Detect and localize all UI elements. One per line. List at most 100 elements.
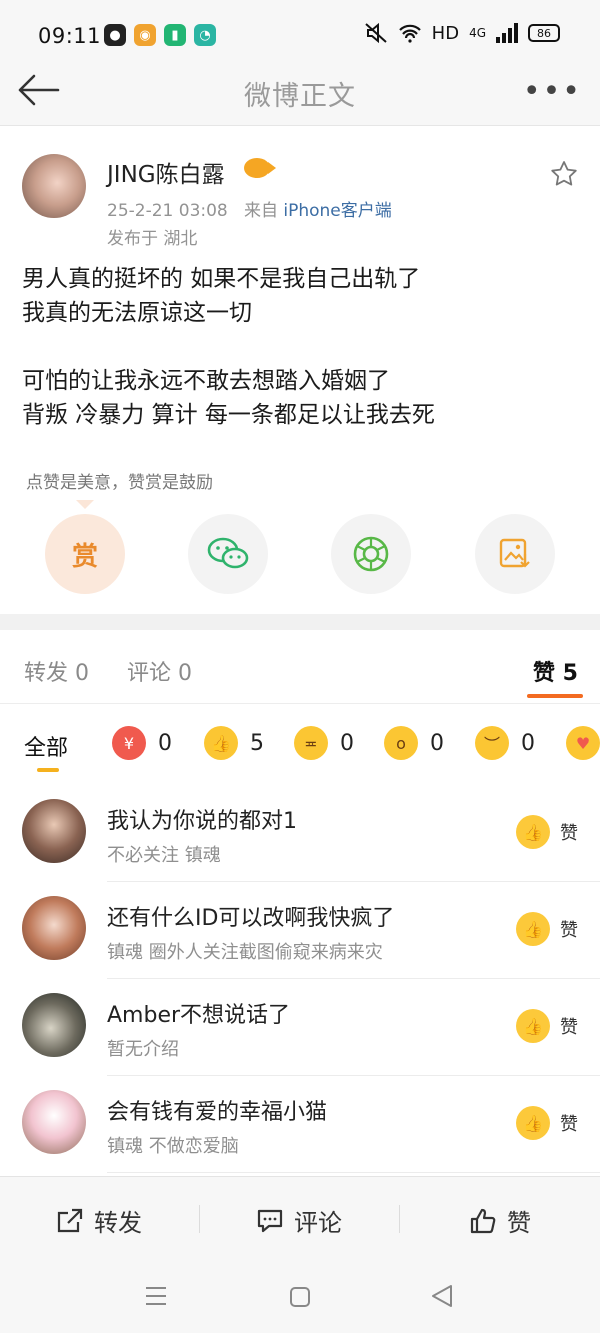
toolbar-separator bbox=[399, 1205, 400, 1233]
avatar[interactable] bbox=[22, 799, 86, 863]
like-button[interactable]: 👍 赞 bbox=[516, 1106, 578, 1140]
laugh-emoji-icon: ≖ bbox=[294, 726, 328, 760]
thumbs-up-icon: 👍 bbox=[516, 1106, 550, 1140]
thumbs-up-icon: 👍 bbox=[516, 815, 550, 849]
post-body: 男人真的挺坏的 如果不是我自己出轨了 我真的无法原谅这一切 可怕的让我永远不敢去… bbox=[22, 262, 582, 432]
like-user-name[interactable]: 我认为你说的都对1 bbox=[107, 803, 297, 835]
like-user-desc: 不必关注 镇魂 bbox=[107, 845, 221, 866]
filter-count: 0 bbox=[340, 730, 354, 756]
like-user-name[interactable]: Amber不想说话了 bbox=[107, 997, 290, 1029]
home-icon[interactable] bbox=[289, 1286, 311, 1308]
list-item[interactable]: 我认为你说的都对1 不必关注 镇魂 👍 赞 bbox=[0, 785, 600, 882]
avatar[interactable] bbox=[22, 1090, 86, 1154]
thumbs-up-icon: 👍 bbox=[516, 912, 550, 946]
like-user-desc: 暂无介绍 bbox=[107, 1039, 179, 1060]
sad-emoji-icon: ︶ bbox=[475, 726, 509, 760]
like-toolbar-label: 赞 bbox=[507, 1209, 531, 1237]
battery-icon: 86 bbox=[528, 24, 560, 42]
list-item[interactable]: 会有钱有爱的幸福小猫 镇魂 不做恋爱脑 👍 赞 bbox=[0, 1076, 600, 1173]
favorite-star-icon[interactable] bbox=[550, 160, 578, 188]
avatar[interactable] bbox=[22, 993, 86, 1057]
tab-comment[interactable]: 评论 0 bbox=[127, 655, 192, 687]
status-right: HD 4G 86 bbox=[364, 22, 560, 44]
more-options-icon[interactable]: ••• bbox=[523, 74, 582, 109]
list-item[interactable]: Amber不想说话了 暂无介绍 👍 赞 bbox=[0, 979, 600, 1076]
post-meta: 25-2-21 03:08 来自 iPhone客户端 bbox=[107, 196, 392, 221]
repost-button[interactable]: 转发 bbox=[56, 1203, 142, 1238]
author-name[interactable]: JING陈白露 bbox=[107, 155, 225, 189]
comment-label: 评论 bbox=[294, 1209, 342, 1237]
post-date: 25-2-21 03:08 bbox=[107, 201, 228, 221]
author-avatar[interactable] bbox=[22, 154, 86, 218]
like-user-desc: 镇魂 不做恋爱脑 bbox=[107, 1136, 239, 1157]
tab-like[interactable]: 赞 5 bbox=[533, 655, 578, 687]
like-user-desc: 镇魂 圈外人关注截图偷窥来病来灾 bbox=[107, 942, 383, 963]
reward-tip: 点赞是美意，赞赏是鼓励 bbox=[26, 473, 213, 493]
toolbar-separator bbox=[199, 1205, 200, 1233]
post-line: 可怕的让我永远不敢去想踏入婚姻了 bbox=[22, 368, 390, 394]
filter-count: 0 bbox=[430, 730, 444, 756]
surprised-emoji-icon: o bbox=[384, 726, 418, 760]
filter-sad[interactable]: ︶ 0 bbox=[475, 726, 535, 760]
avatar[interactable] bbox=[22, 896, 86, 960]
wifi-icon bbox=[398, 24, 421, 43]
filter-heart[interactable]: ♥ bbox=[566, 726, 600, 760]
filter-reward[interactable]: ¥ 0 bbox=[112, 726, 172, 760]
like-button-label: 赞 bbox=[560, 920, 578, 941]
wechat-icon bbox=[207, 537, 249, 569]
active-tab-indicator bbox=[527, 694, 583, 698]
weibo-notification-icon: ◉ bbox=[134, 24, 156, 46]
fish-badge-icon bbox=[244, 158, 276, 178]
filter-all[interactable]: 全部 bbox=[24, 730, 68, 762]
filter-laugh[interactable]: ≖ 0 bbox=[294, 726, 354, 760]
filter-count: 0 bbox=[158, 730, 172, 756]
like-button[interactable]: 👍 赞 bbox=[516, 912, 578, 946]
post-line: 男人真的挺坏的 如果不是我自己出轨了 bbox=[22, 266, 421, 292]
like-user-name[interactable]: 还有什么ID可以改啊我快疯了 bbox=[107, 900, 394, 932]
section-gap bbox=[0, 614, 600, 630]
like-button-label: 赞 bbox=[560, 1017, 578, 1038]
filter-count: 0 bbox=[521, 730, 535, 756]
wechat-notification-icon: ● bbox=[104, 24, 126, 46]
chat-notification-icon: ◔ bbox=[194, 24, 216, 46]
heart-emoji-icon: ♥ bbox=[566, 726, 600, 760]
like-toolbar-button[interactable]: 赞 bbox=[469, 1203, 531, 1238]
filter-count: 5 bbox=[250, 730, 264, 756]
status-time: 09:11 bbox=[38, 24, 102, 48]
reward-emoji-icon: ¥ bbox=[112, 726, 146, 760]
post-line: 我真的无法原谅这一切 bbox=[22, 300, 252, 326]
moments-aperture-icon bbox=[353, 536, 389, 572]
like-button[interactable]: 👍 赞 bbox=[516, 815, 578, 849]
menu-icon[interactable] bbox=[145, 1286, 167, 1306]
comment-button[interactable]: 评论 bbox=[256, 1203, 342, 1238]
like-user-name[interactable]: 会有钱有爱的幸福小猫 bbox=[107, 1094, 327, 1126]
like-button[interactable]: 👍 赞 bbox=[516, 1009, 578, 1043]
filter-surprised[interactable]: o 0 bbox=[384, 726, 444, 760]
list-item[interactable]: 还有什么ID可以改啊我快疯了 镇魂 圈外人关注截图偷窥来病来灾 👍 赞 bbox=[0, 882, 600, 979]
source-prefix: 来自 bbox=[243, 201, 278, 221]
network-type-label: HD bbox=[431, 22, 460, 44]
save-image-button[interactable] bbox=[475, 514, 555, 594]
bottom-toolbar: 转发 评论 赞 bbox=[0, 1176, 600, 1260]
share-wechat-button[interactable] bbox=[188, 514, 268, 594]
tab-repost[interactable]: 转发 0 bbox=[24, 655, 89, 687]
post-line: 背叛 冷暴力 算计 每一条都足以让我去死 bbox=[22, 402, 435, 428]
signal-type-label: 4G bbox=[469, 26, 486, 40]
row-divider bbox=[107, 1172, 600, 1173]
reward-button[interactable]: 赏 bbox=[45, 514, 125, 594]
filter-all-indicator bbox=[37, 768, 59, 772]
post-location: 发布于 湖北 bbox=[107, 229, 198, 249]
system-nav-bar bbox=[0, 1260, 600, 1333]
like-button-label: 赞 bbox=[560, 1114, 578, 1135]
filter-thumbs-up[interactable]: 👍 5 bbox=[204, 726, 264, 760]
thumbs-up-icon: 👍 bbox=[516, 1009, 550, 1043]
reward-button-label: 赏 bbox=[71, 541, 98, 572]
comment-icon bbox=[257, 1209, 283, 1232]
post-line bbox=[22, 330, 582, 364]
share-moments-button[interactable] bbox=[331, 514, 411, 594]
repost-label: 转发 bbox=[94, 1209, 142, 1237]
post-source-link[interactable]: iPhone客户端 bbox=[283, 201, 391, 221]
mute-icon bbox=[364, 22, 387, 44]
back-icon[interactable] bbox=[430, 1284, 454, 1308]
thumbs-up-outline-icon bbox=[470, 1208, 496, 1233]
